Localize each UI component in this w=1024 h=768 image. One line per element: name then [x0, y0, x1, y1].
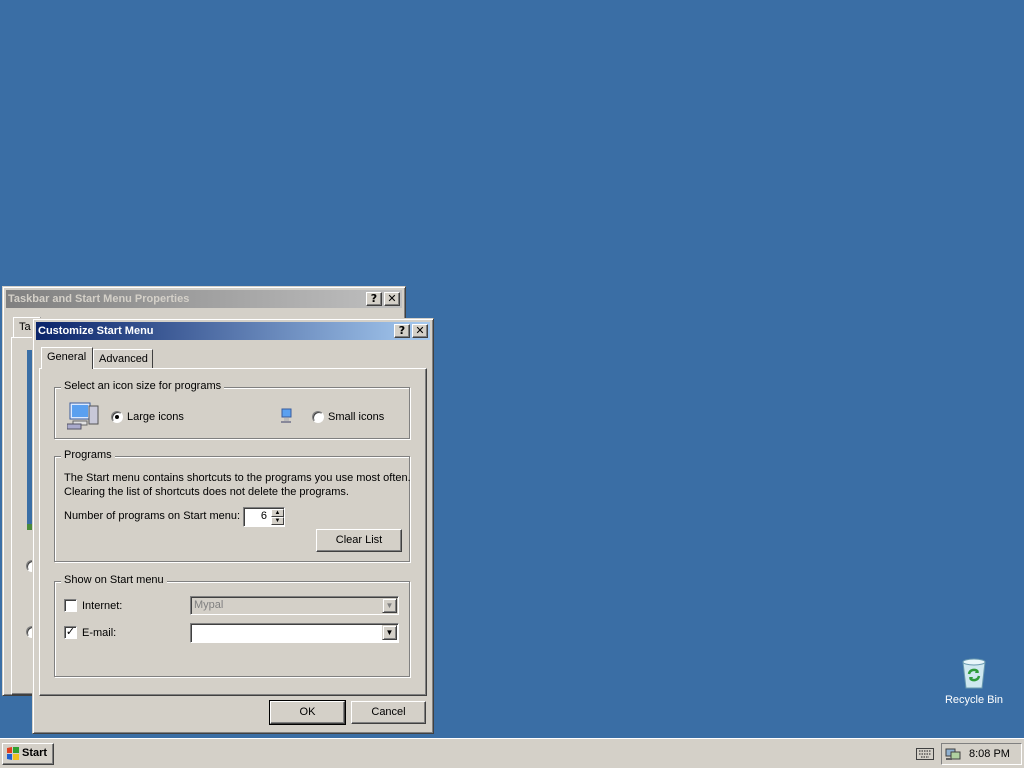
- chevron-down-icon[interactable]: ▼: [382, 625, 397, 640]
- clear-list-button[interactable]: Clear List: [316, 529, 402, 552]
- show-on-start-group: Show on Start menu Internet: Mypal ▼ ✓ E…: [54, 574, 410, 677]
- large-icons-icon: [66, 400, 101, 433]
- large-icons-radio[interactable]: [111, 411, 123, 423]
- help-button[interactable]: ?: [394, 324, 410, 338]
- program-count-stepper[interactable]: 6 ▲ ▼: [243, 507, 285, 527]
- window-title: Taskbar and Start Menu Properties: [8, 293, 190, 305]
- taskbar: Start 8:08 PM: [0, 738, 1024, 768]
- spin-down-button[interactable]: ▼: [271, 517, 284, 525]
- tab-general[interactable]: General: [41, 347, 93, 369]
- program-count-label: Number of programs on Start menu:: [64, 510, 241, 522]
- email-label: E-mail:: [82, 627, 117, 639]
- small-icons-icon: [280, 408, 294, 427]
- large-icons-label: Large icons: [127, 411, 184, 423]
- email-checkbox[interactable]: ✓: [64, 626, 77, 639]
- close-button[interactable]: ✕: [412, 324, 428, 338]
- email-client-select[interactable]: ▼: [190, 623, 399, 643]
- chevron-down-icon[interactable]: ▼: [382, 598, 397, 613]
- show-on-start-group-title: Show on Start menu: [61, 574, 167, 586]
- programs-description-line1: The Start menu contains shortcuts to the…: [64, 472, 411, 484]
- internet-browser-select[interactable]: Mypal ▼: [190, 596, 399, 615]
- system-tray: 8:08 PM: [941, 743, 1022, 765]
- customize-start-menu-titlebar[interactable]: Customize Start Menu ? ✕: [36, 322, 430, 340]
- spin-up-button[interactable]: ▲: [271, 509, 284, 517]
- windows-logo-icon: [6, 747, 20, 767]
- small-icons-label: Small icons: [328, 411, 385, 423]
- desktop-icon-label: Recycle Bin: [944, 694, 1004, 706]
- desktop-icon-recycle-bin[interactable]: Recycle Bin: [942, 656, 1006, 706]
- programs-description-line2: Clearing the list of shortcuts does not …: [64, 486, 349, 498]
- clock[interactable]: 8:08 PM: [969, 744, 1010, 764]
- help-button[interactable]: ?: [366, 292, 382, 306]
- network-icon[interactable]: [945, 746, 961, 768]
- program-count-value: 6: [260, 510, 267, 522]
- keyboard-icon[interactable]: [916, 748, 934, 763]
- internet-checkbox[interactable]: [64, 599, 77, 612]
- general-tab-panel: Select an icon size for programs Large i…: [39, 368, 427, 696]
- taskbar-properties-titlebar[interactable]: Taskbar and Start Menu Properties ? ✕: [6, 290, 402, 308]
- internet-label: Internet:: [82, 600, 123, 612]
- recycle-bin-icon: [958, 656, 990, 690]
- start-button[interactable]: Start: [2, 743, 54, 765]
- programs-group: Programs The Start menu contains shortcu…: [54, 449, 411, 562]
- icon-size-group: Select an icon size for programs Large i…: [54, 380, 410, 439]
- dialog-title: Customize Start Menu: [38, 325, 154, 337]
- ok-button[interactable]: OK: [269, 700, 346, 725]
- close-button[interactable]: ✕: [384, 292, 400, 306]
- tab-advanced[interactable]: Advanced: [93, 349, 153, 369]
- start-label: Start: [22, 747, 48, 759]
- cancel-button[interactable]: Cancel: [351, 701, 426, 724]
- internet-browser-value: Mypal: [194, 599, 224, 611]
- customize-start-menu-dialog: Customize Start Menu ? ✕ General Advance…: [32, 318, 434, 734]
- programs-group-title: Programs: [61, 449, 115, 461]
- small-icons-radio[interactable]: [312, 411, 324, 423]
- icon-size-group-title: Select an icon size for programs: [61, 380, 225, 392]
